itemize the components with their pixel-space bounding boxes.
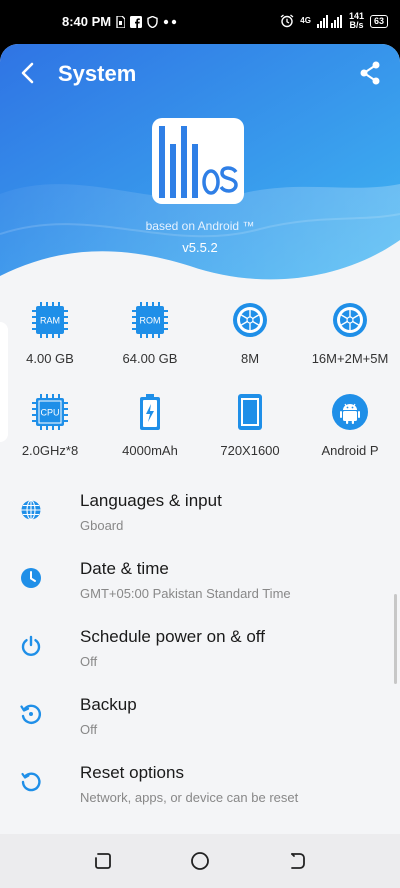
spec-label: 8M [240,351,260,366]
scrollbar[interactable] [394,594,397,684]
list-item-subtitle: GMT+05:00 Pakistan Standard Time [80,586,291,601]
hios-logo [152,118,244,204]
status-bar: 8:40 PM 4G 141 B/s 63 [0,0,400,44]
list-item-languages[interactable]: Languages & input Gboard [0,485,400,551]
based-on-text: based on Android ™ [145,219,255,233]
list-item-date-time[interactable]: Date & time GMT+05:00 Pakistan Standard … [0,553,400,619]
spec-label: Android P [321,443,379,458]
list-item-subtitle: Gboard [80,518,124,533]
network-speed-unit: B/s [349,20,364,30]
list-item-subtitle: Network, apps, or device can be reset [80,790,299,805]
list-item-title: Schedule power on & off [80,627,265,646]
cpu-chip-text: CPU [40,408,59,418]
power-icon [21,635,41,657]
list-item-title: Reset options [80,763,184,782]
spec-label: 4.00 GB [26,351,74,366]
rear-camera-icon [333,303,367,337]
list-item-reset-options[interactable]: Reset options Network, apps, or device c… [0,757,400,823]
spec-label: 2.0GHz*8 [21,443,79,458]
system-card: System based on Android ™ v5.5.2 RAM 4.0… [0,44,400,834]
back-nav-button[interactable] [286,850,308,872]
alarm-icon [280,14,294,28]
rom-chip-text: ROM [140,316,161,326]
more-dots-icon [163,19,177,24]
screen: 8:40 PM 4G 141 B/s 63 System based on An… [0,0,400,888]
cpu-chip-icon: CPU [32,394,68,430]
android-icon [332,394,368,430]
os-version: v5.5.2 [182,240,218,255]
spec-battery: 4000mAh [100,394,200,458]
network-speed: 141 B/s [349,12,364,30]
signal-icon [316,14,342,28]
navigation-bar [0,834,400,888]
sim-card-icon [116,15,126,28]
globe-icon [21,499,41,521]
ram-chip-text: RAM [40,316,60,326]
battery-indicator: 63 [369,14,388,28]
back-button[interactable] [14,58,42,88]
spec-rom: ROM 64.00 GB [100,302,200,366]
spec-rear-camera: 16M+2M+5M [300,302,400,366]
rom-chip-icon: ROM [132,302,168,338]
recent-apps-button[interactable] [92,850,114,872]
facebook-icon [130,15,143,28]
spec-label: 64.00 GB [122,351,178,366]
reset-icon [21,772,41,792]
spec-android: Android P [300,394,400,458]
list-item-schedule-power[interactable]: Schedule power on & off Off [0,621,400,687]
list-item-title: Date & time [80,559,169,578]
battery-icon [140,394,160,430]
spec-ram: RAM 4.00 GB [0,302,100,366]
header: System based on Android ™ v5.5.2 [0,44,400,294]
front-camera-icon [233,303,267,337]
list-item-subtitle: Off [80,654,98,669]
share-icon[interactable] [358,60,382,86]
spec-screen: 720X1600 [200,394,300,458]
spec-label: 16M+2M+5M [311,351,389,366]
shield-icon [147,15,158,28]
status-left: 8:40 PM [62,14,177,29]
ram-chip-icon: RAM [32,302,68,338]
home-button[interactable] [189,850,211,872]
page-title: System [58,61,137,86]
list-item-subtitle: Off [80,722,98,737]
network-type: 4G [300,16,311,25]
screen-icon [238,394,262,430]
clock-icon [21,568,41,588]
spec-label: 4000mAh [122,443,178,458]
spec-label: 720X1600 [220,443,280,458]
spec-front-camera: 8M [200,302,300,366]
status-time: 8:40 PM [62,14,112,29]
list-item-title: Backup [80,695,137,714]
list-item-backup[interactable]: Backup Off [0,689,400,755]
status-right: 4G 141 B/s 63 [280,12,388,30]
backup-icon [20,704,41,724]
list-item-title: Languages & input [80,491,222,510]
spec-cpu: CPU 2.0GHz*8 [0,394,100,458]
